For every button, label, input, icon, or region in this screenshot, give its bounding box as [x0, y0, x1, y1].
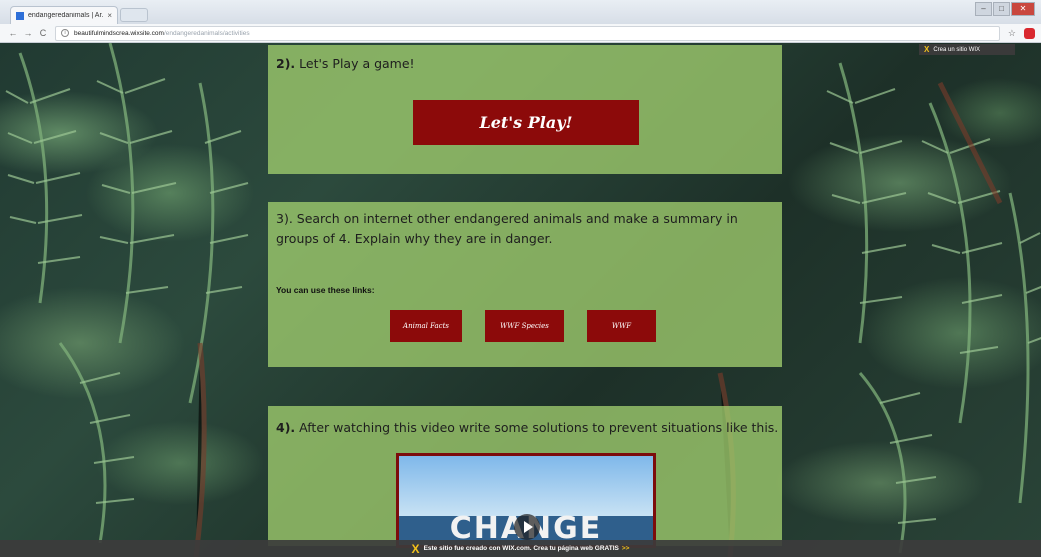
- info-icon[interactable]: i: [61, 29, 69, 37]
- maximize-button[interactable]: □: [993, 2, 1010, 16]
- wwf-link-button[interactable]: WWF: [587, 310, 656, 342]
- section-game-panel: 2). Let's Play a game! Let's Play!: [268, 45, 782, 174]
- section-search-heading: 3). Search on internet other endangered …: [276, 211, 738, 246]
- wix-logo-icon: X: [924, 45, 930, 54]
- minimize-button[interactable]: –: [975, 2, 992, 16]
- animal-facts-link-button[interactable]: Animal Facts: [390, 310, 462, 342]
- window-controls: – □ ✕: [974, 2, 1035, 16]
- section-search-panel: 3). Search on internet other endangered …: [268, 202, 782, 367]
- wix-banner-text: Este sitio fue creado con WIX.com. Crea …: [423, 545, 619, 552]
- url-path: /endangeredanimals/activities: [163, 29, 250, 37]
- section-number: 4).: [276, 420, 296, 435]
- play-icon[interactable]: [514, 514, 540, 540]
- close-window-button[interactable]: ✕: [1011, 2, 1035, 16]
- tab-title: endangeredanimals | Ar...: [28, 12, 105, 19]
- wix-footer-banner[interactable]: X Este sitio fue creado con WIX.com. Cre…: [0, 540, 1041, 557]
- links-label: You can use these links:: [276, 285, 375, 295]
- bookmark-star-icon[interactable]: ☆: [1008, 28, 1016, 39]
- wix-badge-label: Crea un sitio WIX: [933, 46, 981, 53]
- section-game-heading: 2). Let's Play a game!: [276, 54, 415, 74]
- wix-favicon-icon: [16, 11, 24, 20]
- video-thumbnail-sky: [399, 456, 653, 516]
- section-video-panel: 4). After watching this video write some…: [268, 406, 782, 548]
- back-icon[interactable]: ←: [6, 28, 20, 38]
- section-title: After watching this video write some sol…: [295, 420, 779, 435]
- wix-logo-icon: X: [411, 541, 420, 556]
- forward-icon[interactable]: →: [21, 28, 35, 38]
- wwf-species-link-button[interactable]: WWF Species: [485, 310, 564, 342]
- lets-play-button[interactable]: Let's Play!: [413, 100, 639, 145]
- browser-toolbar: ← → C i beautifulmindscrea.wixsite.com /…: [0, 24, 1041, 43]
- wix-banner-arrow: >>: [621, 545, 630, 552]
- section-title: Let's Play a game!: [295, 56, 415, 71]
- address-bar[interactable]: i beautifulmindscrea.wixsite.com /endang…: [55, 25, 1000, 41]
- tab-close-icon[interactable]: ×: [107, 11, 112, 20]
- new-tab-button[interactable]: [120, 8, 148, 22]
- extension-icon[interactable]: [1024, 27, 1035, 39]
- create-wix-site-badge[interactable]: X Crea un sitio WIX: [919, 44, 1015, 55]
- browser-tab[interactable]: endangeredanimals | Ar... ×: [10, 6, 118, 24]
- section-video-heading: 4). After watching this video write some…: [276, 418, 778, 438]
- reload-icon[interactable]: C: [36, 28, 50, 38]
- browser-tab-bar: endangeredanimals | Ar... × – □ ✕: [0, 0, 1041, 24]
- video-player[interactable]: CHANGE: [396, 453, 656, 548]
- url-host: beautifulmindscrea.wixsite.com: [74, 29, 164, 37]
- section-number: 2).: [276, 56, 296, 71]
